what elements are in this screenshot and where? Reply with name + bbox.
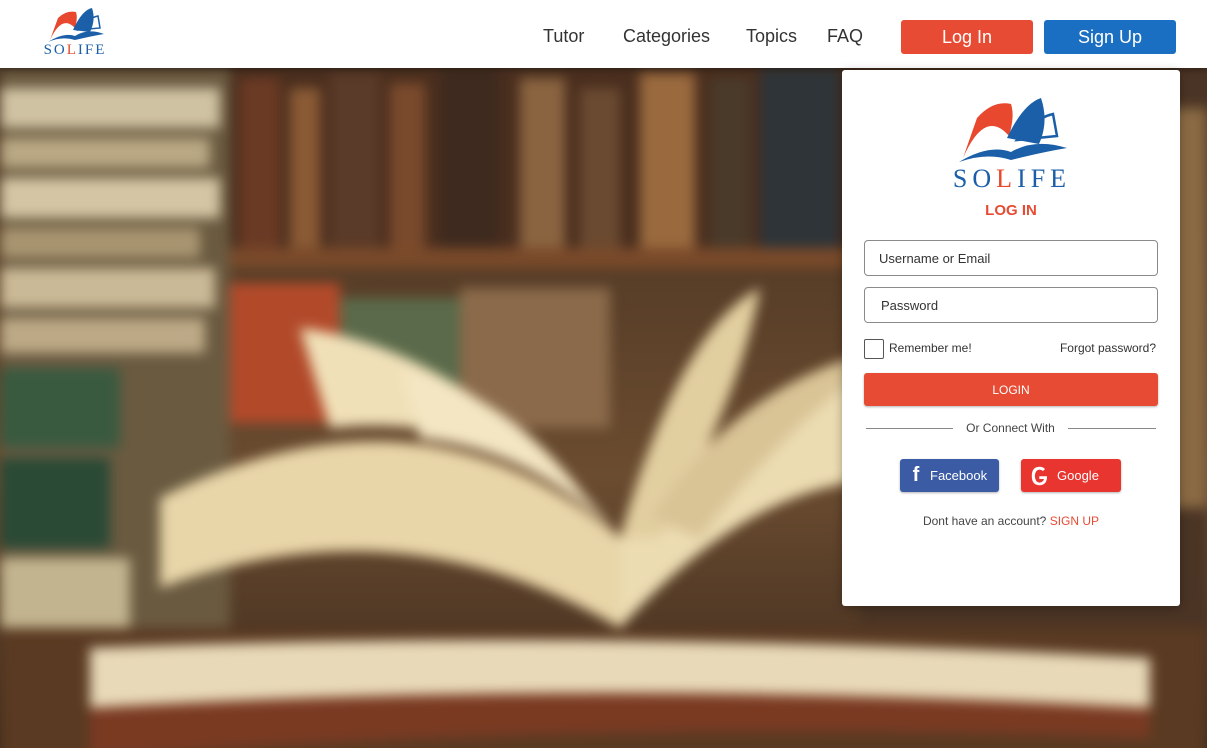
nav-tutor[interactable]: Tutor	[543, 26, 584, 47]
divider-line	[1068, 428, 1156, 429]
google-login-button[interactable]: Google	[1021, 459, 1121, 492]
signup-link[interactable]: SIGN UP	[1050, 514, 1099, 528]
book-logo-icon	[959, 98, 1067, 162]
nav-topics[interactable]: Topics	[746, 26, 797, 47]
login-card: SOLIFE LOG IN Remember me! Forgot passwo…	[842, 70, 1180, 606]
no-account-label: Dont have an account?	[922, 514, 1050, 528]
header-login-button[interactable]: Log In	[901, 20, 1033, 54]
facebook-login-button[interactable]: f Facebook	[900, 459, 999, 492]
connect-with-text: Or Connect With	[966, 421, 1055, 435]
login-submit-button[interactable]: LOGIN	[864, 373, 1158, 406]
top-navbar: SOLIFE Tutor Categories Topics FAQ Log I…	[0, 0, 1207, 68]
remember-me-checkbox[interactable]	[864, 339, 884, 359]
nav-faq[interactable]: FAQ	[827, 26, 863, 47]
login-title: LOG IN	[985, 202, 1037, 219]
google-icon	[1031, 466, 1048, 485]
facebook-icon: f	[912, 464, 920, 486]
facebook-label: Facebook	[930, 468, 988, 483]
username-input[interactable]	[864, 240, 1158, 276]
password-input[interactable]	[864, 287, 1158, 323]
brand-wordmark: SOLIFE	[43, 42, 107, 58]
book-logo-icon	[48, 8, 104, 42]
card-solife-logo: SOLIFE	[947, 96, 1077, 193]
divider-line	[866, 428, 953, 429]
no-account-text: Dont have an account? SIGN UP	[842, 514, 1180, 528]
remember-me-label[interactable]: Remember me!	[889, 341, 972, 355]
solife-logo[interactable]: SOLIFE	[40, 6, 110, 60]
card-brand-wordmark: SOLIFE	[952, 164, 1072, 193]
forgot-password-link[interactable]: Forgot password?	[1060, 341, 1156, 355]
nav-categories[interactable]: Categories	[623, 26, 710, 47]
google-label: Google	[1057, 468, 1099, 483]
header-signup-button[interactable]: Sign Up	[1044, 20, 1176, 54]
